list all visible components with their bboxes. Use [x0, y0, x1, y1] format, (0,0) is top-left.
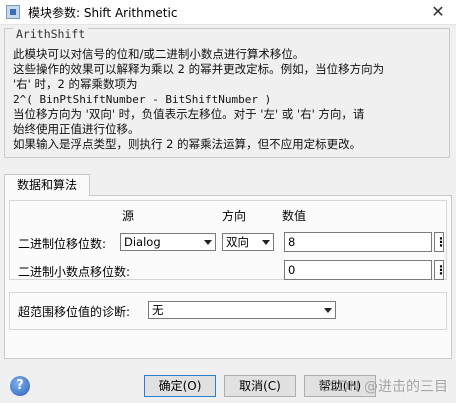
- description-line: 始终使用正值进行位移。: [13, 122, 140, 136]
- block-name-legend: ArithShift: [13, 27, 89, 41]
- ok-button[interactable]: 确定(O): [144, 375, 216, 397]
- tab-panel: 源 方向 数值 二进制位移位数: Dialog 双向 8 ⋮ 二进制小数点移位数…: [4, 195, 452, 359]
- description-line: 此模块可以对信号的位和/或二进制小数点进行算术移位。: [13, 47, 305, 61]
- description-group: ArithShift 此模块可以对信号的位和/或二进制小数点进行算术移位。 这些…: [4, 27, 450, 158]
- diagnostics-box: 超范围移位值的诊断: 无: [9, 292, 447, 330]
- binpt-shift-value-input[interactable]: 0: [284, 260, 432, 280]
- diagnostics-label: 超范围移位值的诊断:: [18, 305, 131, 319]
- app-icon: [6, 5, 20, 19]
- diagnostics-select[interactable]: 无: [148, 301, 336, 319]
- parameters-box: 源 方向 数值 二进制位移位数: Dialog 双向 8 ⋮ 二进制小数点移位数…: [9, 200, 447, 280]
- description-formula: 2^( BinPtShiftNumber - BitShiftNumber ): [13, 93, 272, 106]
- close-button[interactable]: ✕: [426, 1, 450, 23]
- description-line: 这些操作的效果可以解释为乘以 2 的幂并更改定标。例如，当位移方向为: [13, 62, 385, 76]
- chevron-down-icon: [204, 240, 212, 245]
- bit-shift-source-value: Dialog: [124, 235, 161, 249]
- chevron-down-icon: [324, 308, 332, 313]
- window-title: 模块参数: Shift Arithmetic: [28, 6, 178, 20]
- description-line: 当位移方向为 '双向' 时，负值表示左移位。对于 '左' 或 '右' 方向，请: [13, 107, 365, 121]
- cancel-button[interactable]: 取消(C): [224, 375, 296, 397]
- button-bar: ? 确定(O) 取消(C) 帮助(H) CSDN @进击的三目: [0, 366, 456, 403]
- description-line: 如果输入是浮点类型，则执行 2 的幂乘法运算，但不应用定标更改。: [13, 137, 362, 151]
- bit-shift-source-select[interactable]: Dialog: [120, 233, 216, 251]
- bit-shift-direction-value: 双向: [226, 235, 249, 249]
- bit-shift-label: 二进制位移位数:: [18, 237, 107, 251]
- tab-data-and-algorithm[interactable]: 数据和算法: [4, 174, 90, 196]
- bit-shift-direction-select[interactable]: 双向: [222, 233, 274, 251]
- diagnostics-value: 无: [152, 303, 164, 317]
- description-text: 此模块可以对信号的位和/或二进制小数点进行算术移位。 这些操作的效果可以解释为乘…: [13, 47, 443, 152]
- bit-shift-value-input[interactable]: 8: [284, 232, 432, 252]
- bit-shift-more-button[interactable]: ⋮: [434, 232, 447, 252]
- description-line: '右' 时，2 的幂乘数项为: [13, 77, 138, 91]
- help-icon[interactable]: ?: [10, 376, 30, 396]
- column-header-value: 数值: [282, 209, 307, 223]
- column-header-source: 源: [122, 209, 135, 223]
- column-header-direction: 方向: [222, 209, 247, 223]
- title-bar: 模块参数: Shift Arithmetic ✕: [0, 0, 456, 25]
- watermark-text: CSDN @进击的三目: [319, 379, 448, 395]
- binpt-shift-more-button[interactable]: ⋮: [434, 260, 447, 280]
- binpt-shift-label: 二进制小数点移位数:: [18, 265, 131, 279]
- chevron-down-icon: [262, 240, 270, 245]
